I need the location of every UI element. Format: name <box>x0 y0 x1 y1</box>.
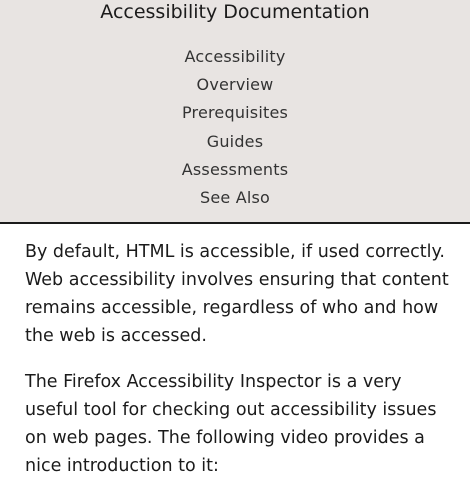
nav-item-accessibility: Accessibility <box>0 43 470 71</box>
intro-paragraph: By default, HTML is accessible, if used … <box>25 242 449 346</box>
nav-link-prerequisites[interactable]: Prerequisites <box>182 103 288 122</box>
nav-link-guides[interactable]: Guides <box>207 132 264 151</box>
nav-list: Accessibility Overview Prerequisites Gui… <box>0 43 470 212</box>
nav-link-see-also[interactable]: See Also <box>200 188 270 207</box>
nav-item-overview: Overview <box>0 71 470 99</box>
nav-title: Accessibility Documentation <box>100 1 370 23</box>
main-content: By default, HTML is accessible, if used … <box>25 238 453 498</box>
nav-item-see-also: See Also <box>0 184 470 212</box>
nav-item-prerequisites: Prerequisites <box>0 99 470 127</box>
inspector-paragraph: The Firefox Accessibility Inspector is a… <box>25 372 437 476</box>
nav-link-overview[interactable]: Overview <box>197 75 274 94</box>
nav-link-accessibility[interactable]: Accessibility <box>184 47 285 66</box>
documentation-nav: Accessibility Documentation Accessibilit… <box>0 0 470 224</box>
nav-link-assessments[interactable]: Assessments <box>182 160 289 179</box>
nav-item-assessments: Assessments <box>0 156 470 184</box>
nav-item-guides: Guides <box>0 128 470 156</box>
